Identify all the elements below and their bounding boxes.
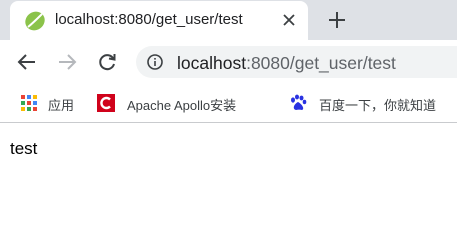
apps-grid-icon (21, 95, 37, 111)
close-icon[interactable] (282, 13, 296, 27)
bookmarks-bar: 应用 Apache Apollo安装 百度一下，你就知道 (0, 84, 457, 123)
address-bar[interactable]: localhost:8080/get_user/test (136, 46, 457, 78)
new-tab-plus-icon[interactable] (327, 10, 347, 30)
reload-icon[interactable] (96, 51, 118, 73)
bookmark-apache-apollo[interactable]: Apache Apollo安装 (97, 84, 277, 122)
bookmark-baidu[interactable]: 百度一下，你就知道 (289, 84, 457, 122)
bookmark-label: 应用 (48, 98, 75, 113)
url-host: localhost (177, 53, 247, 73)
url-path: :8080/get_user/test (246, 53, 396, 73)
back-arrow-icon[interactable] (16, 51, 38, 73)
forward-arrow-icon[interactable] (56, 51, 78, 73)
info-icon[interactable] (147, 54, 163, 70)
bookmark-label: 百度一下，你就知道 (319, 98, 437, 113)
baidu-paw-icon (291, 94, 307, 110)
page-body-text: test (10, 139, 38, 158)
active-tab[interactable]: localhost:8080/get_user/test (10, 1, 308, 40)
bookmark-apps[interactable]: 应用 (20, 84, 90, 122)
bookmark-label: Apache Apollo安装 (127, 98, 237, 113)
spring-leaf-icon (25, 11, 45, 31)
url-text[interactable]: localhost:8080/get_user/test (177, 53, 396, 74)
tab-title: localhost:8080/get_user/test (55, 11, 243, 28)
browser-toolbar: localhost:8080/get_user/test (0, 40, 457, 84)
apollo-c-icon (97, 94, 115, 112)
tab-strip: localhost:8080/get_user/test (0, 0, 457, 40)
